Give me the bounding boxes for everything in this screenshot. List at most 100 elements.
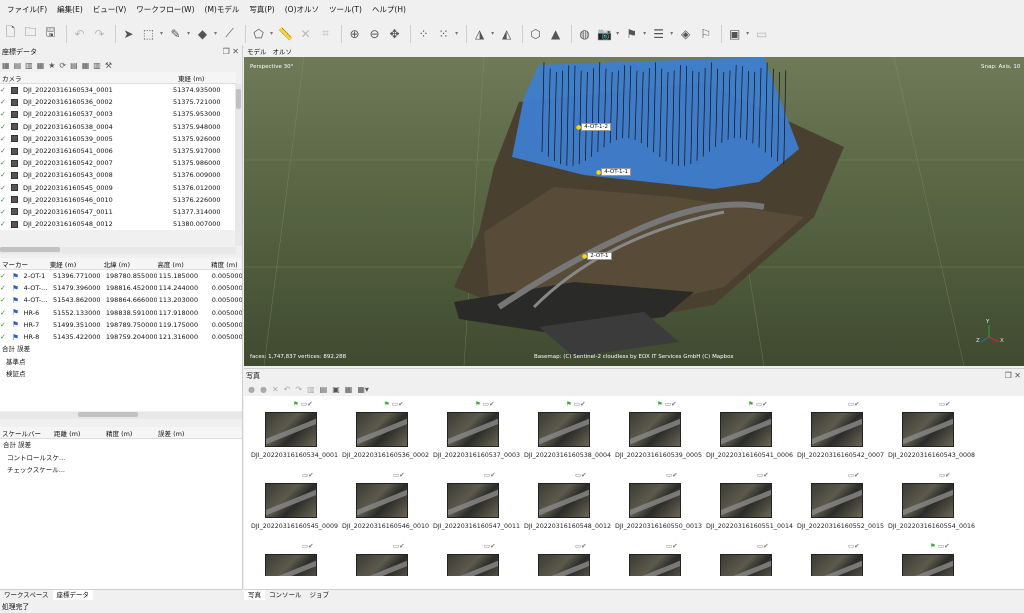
refresh-icon[interactable]: ⟳ [59,61,66,70]
menu-item[interactable]: ワークフロー(W) [131,0,199,20]
camera-table-vscrollbar[interactable] [235,84,242,246]
camera-row[interactable]: ✓ DJI_20220316160548_0012 51380.007000 [0,218,236,231]
dropdown-arrow-icon[interactable]: ▾ [160,30,163,37]
marker-tree-item[interactable]: 基準点 [2,356,242,369]
dropdown-arrow-icon[interactable]: ▾ [455,30,458,37]
dropdown-arrow-icon[interactable]: ▾ [187,30,190,37]
shape-icon[interactable]: ◆ [194,25,211,42]
chart-icon[interactable]: ▥ [307,385,315,394]
photo-thumbnail[interactable] [902,412,954,447]
marker-row[interactable]: ✓ ⚑ 2-OT-1 51396.771000 198780.855000 115.185… [0,270,242,283]
enable-icon[interactable]: ● [248,385,255,394]
photo-thumbnail[interactable] [811,483,863,518]
photo-thumbnail[interactable] [538,554,590,576]
rotate-right-icon[interactable]: ↷ [295,385,302,394]
marker-tree-item[interactable]: 合計 誤差 [2,343,242,356]
checkbox-icon[interactable]: ✓ [0,159,8,167]
menu-item[interactable]: ツール(T) [324,0,367,20]
tab-workspace[interactable]: ワークスペース [0,590,53,600]
menu-item[interactable]: (O)オルソ [280,0,324,20]
tab-jobs[interactable]: ジョブ [306,590,334,600]
settings-icon[interactable]: ⚒ [105,61,112,70]
checkbox-icon[interactable]: ✓ [0,86,8,94]
panel-controls[interactable]: ❐ ✕ [1005,371,1021,380]
dots-icon[interactable]: ⁙ [435,25,452,42]
calculator-icon[interactable]: ▦ [37,61,45,70]
globe-icon[interactable]: ◍ [576,25,593,42]
photo-thumbnail[interactable] [356,483,408,518]
photo-thumbnail[interactable] [902,483,954,518]
tab-reference[interactable]: 座標データ [52,590,94,600]
table-icon[interactable]: ▤ [14,61,22,70]
marker-row[interactable]: ✓ ⚑ 4-OT-... 51543.862000 198864.666000 113.2… [0,294,242,307]
texture-icon[interactable]: ◭ [498,25,515,42]
camera-col-header[interactable]: カメラ [0,73,176,83]
view-mode-icon[interactable]: ▣ [332,385,340,394]
photo-thumbnail[interactable] [447,483,499,518]
checkbox-icon[interactable]: ✓ [0,309,8,317]
undo-icon[interactable]: ↶ [71,25,88,42]
marker-alt-col-header[interactable]: 高度 (m) [155,259,209,269]
scalebar-tree-item[interactable]: チェックスケール... [3,464,242,477]
marker-icon[interactable]: ⚑ [623,25,640,42]
disable-icon[interactable]: ● [260,385,267,394]
points-icon[interactable]: ⁘ [415,25,432,42]
photo-thumbnail[interactable] [629,483,681,518]
marker-row[interactable]: ✓ ⚑ HR-7 51499.351000 198789.750000 119.17500… [0,318,242,331]
menu-icon[interactable]: ☰ [650,25,667,42]
checkbox-icon[interactable]: ✓ [0,196,8,204]
photo-thumbnail[interactable] [447,554,499,576]
marker-4-OT-1-2[interactable]: ● 4-OT-1-2 [576,123,612,131]
photo-thumbnail[interactable] [265,483,317,518]
checkbox-icon[interactable]: ✓ [0,171,8,179]
redo-icon[interactable]: ↷ [91,25,108,42]
tab-photos[interactable]: 写真 [244,590,265,600]
menu-item[interactable]: ビュー(V) [88,0,131,20]
photo-thumbnail[interactable] [720,554,772,576]
marker-col-header[interactable]: マーカー [0,259,48,269]
menu-item[interactable]: ヘルプ(H) [367,0,411,20]
menu-item[interactable]: (M)モデル [200,0,245,20]
checkbox-icon[interactable]: ✓ [0,208,8,216]
zoom-in-icon[interactable]: ⊕ [346,25,363,42]
dropdown-arrow-icon[interactable]: ▾ [670,30,673,37]
panel-controls[interactable]: ❐ ✕ [223,47,239,56]
camera-row[interactable]: ✓ DJI_20220316160546_0010 51376.226000 [0,193,236,206]
marker-table-hscrollbar[interactable] [0,412,242,420]
camera-row[interactable]: ✓ DJI_20220316160538_0004 51375.948000 [0,120,236,133]
menu-item[interactable]: 写真(P) [244,0,279,20]
paint-icon[interactable]: ✎ [167,25,184,42]
model-viewport[interactable]: Perspective 30° Snap: Axis, 10 faces: 1,… [244,57,1024,366]
rect-icon[interactable]: ▭ [753,25,770,42]
remove-icon[interactable]: ✕ [272,385,279,394]
photo-thumbnail[interactable] [811,412,863,447]
move-icon[interactable]: ✥ [386,25,403,42]
scalebar-dist-col-header[interactable]: 距離 (m) [52,428,104,438]
cross-icon[interactable]: ✕ [297,25,314,42]
zoom-out-icon[interactable]: ⊖ [366,25,383,42]
shape-flag-icon[interactable]: ◈ [677,25,694,42]
rotate-left-icon[interactable]: ↶ [284,385,291,394]
star-icon[interactable]: ★ [48,61,55,70]
photo-thumbnail[interactable] [538,412,590,447]
polygon-icon[interactable]: ⬠ [250,25,267,42]
scalebar-acc-col-header[interactable]: 精度 (m) [104,428,156,438]
grid-view-icon[interactable]: ▦▾ [357,385,369,394]
dropdown-arrow-icon[interactable]: ▾ [746,30,749,37]
marker-acc-col-header[interactable]: 精度 (m) [209,259,242,269]
filter-icon[interactable]: ▤ [320,385,328,394]
dropdown-arrow-icon[interactable]: ▾ [214,30,217,37]
checkbox-icon[interactable]: ✓ [0,110,8,118]
view-source-icon[interactable]: ▤ [70,61,78,70]
tab-model[interactable]: モデル [244,46,270,56]
checkbox-icon[interactable]: ✓ [0,333,8,341]
export-icon[interactable]: ▥ [25,61,33,70]
photo-thumbnail[interactable] [356,412,408,447]
checkbox-icon[interactable]: ✓ [0,184,8,192]
tiles-icon[interactable]: ⬡ [527,25,544,42]
line-icon[interactable]: ⟋ [221,25,238,42]
save-icon[interactable]: 🖫 [42,25,59,42]
photo-thumbnail[interactable] [902,554,954,576]
marker-row[interactable]: ✓ ⚑ HR-6 51552.133000 198838.591000 117.91800… [0,306,242,319]
open-icon[interactable]: 🗀 [22,25,39,42]
